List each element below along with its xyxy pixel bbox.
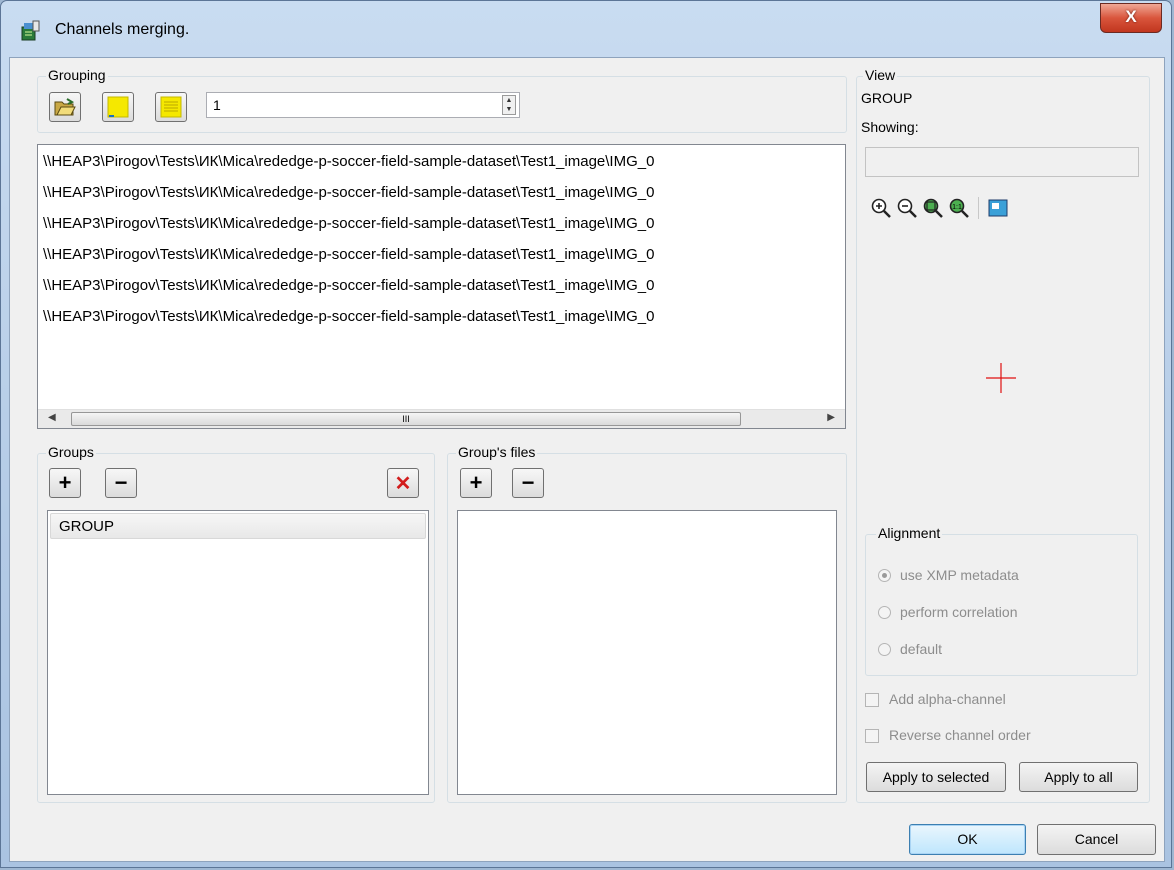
close-button[interactable]: X bbox=[1100, 3, 1162, 33]
radio-label-default: default bbox=[900, 641, 943, 657]
window-title: Channels merging. bbox=[55, 21, 190, 38]
checkbox-box[interactable] bbox=[865, 693, 879, 707]
radio-dot[interactable] bbox=[878, 606, 891, 619]
file-list[interactable]: \\HEAP3\Pirogov\Tests\ИК\Mica\rededge-p-… bbox=[37, 144, 846, 429]
spin-arrows[interactable]: ▲ ▼ bbox=[502, 95, 516, 115]
file-row[interactable]: \\HEAP3\Pirogov\Tests\ИК\Mica\rededge-p-… bbox=[43, 215, 654, 232]
zoom-out-icon[interactable] bbox=[896, 197, 918, 219]
radio-label-correlation: perform correlation bbox=[900, 604, 1018, 620]
alignment-title: Alignment bbox=[876, 525, 943, 541]
grouping-title: Grouping bbox=[46, 67, 108, 83]
view-group-name: GROUP bbox=[861, 90, 913, 106]
red-x-icon: ✕ bbox=[394, 472, 412, 495]
title-bar: Channels merging. X bbox=[1, 1, 1171, 57]
cancel-button[interactable]: Cancel bbox=[1037, 824, 1156, 855]
open-folder-button[interactable] bbox=[49, 92, 81, 122]
zoom-fit-icon[interactable] bbox=[922, 197, 944, 219]
add-alpha-label: Add alpha-channel bbox=[889, 691, 1006, 707]
group-size-value: 1 bbox=[213, 97, 221, 113]
group-list-item[interactable]: GROUP bbox=[50, 513, 426, 539]
yellow-list-icon bbox=[160, 96, 182, 118]
minus-icon: − bbox=[521, 470, 535, 495]
yellow-square-icon bbox=[107, 96, 129, 118]
radio-dot[interactable] bbox=[878, 569, 891, 582]
zoom-actual-size-icon[interactable]: 1:1 bbox=[948, 197, 970, 219]
crosshair-icon bbox=[986, 363, 1016, 393]
open-folder-icon bbox=[54, 98, 76, 116]
groups-title: Groups bbox=[46, 444, 96, 460]
dialog-client: Grouping 1 ▲ ▼ \\HEAP3\Pirogov\Tests\ИК\… bbox=[9, 57, 1165, 862]
group-files-list[interactable] bbox=[457, 510, 837, 795]
auto-group-button[interactable] bbox=[102, 92, 134, 122]
zoom-in-icon[interactable] bbox=[870, 197, 892, 219]
reverse-order-label: Reverse channel order bbox=[889, 727, 1031, 743]
plus-icon: + bbox=[58, 470, 72, 495]
plus-icon: + bbox=[469, 470, 483, 495]
file-row[interactable]: \\HEAP3\Pirogov\Tests\ИК\Mica\rededge-p-… bbox=[43, 153, 654, 170]
file-row[interactable]: \\HEAP3\Pirogov\Tests\ИК\Mica\rededge-p-… bbox=[43, 246, 654, 263]
ok-button[interactable]: OK bbox=[909, 824, 1026, 855]
channels-merging-window: Channels merging. X Grouping 1 ▲ ▼ \\HEA… bbox=[0, 0, 1172, 868]
remove-file-button[interactable]: − bbox=[512, 468, 544, 498]
radio-dot[interactable] bbox=[878, 643, 891, 656]
toolbar-separator bbox=[978, 197, 979, 219]
showing-field bbox=[865, 147, 1139, 177]
minus-icon: − bbox=[114, 470, 128, 495]
scroll-thumb[interactable]: III bbox=[71, 412, 741, 426]
delete-all-groups-button[interactable]: ✕ bbox=[387, 468, 419, 498]
preview-window-icon[interactable] bbox=[988, 198, 1008, 218]
add-group-button[interactable]: + bbox=[49, 468, 81, 498]
remove-group-button[interactable]: − bbox=[105, 468, 137, 498]
scroll-right-icon[interactable]: ▶ bbox=[827, 412, 835, 423]
radio-label-xmp: use XMP metadata bbox=[900, 567, 1019, 583]
close-icon: X bbox=[1125, 7, 1137, 26]
groups-list[interactable]: GROUP bbox=[47, 510, 429, 795]
app-icon bbox=[21, 20, 40, 41]
checkbox-box[interactable] bbox=[865, 729, 879, 743]
showing-label: Showing: bbox=[861, 119, 919, 135]
horizontal-scrollbar[interactable]: ◀ III ▶ bbox=[38, 409, 845, 428]
apply-to-selected-button[interactable]: Apply to selected bbox=[866, 762, 1006, 792]
view-title: View bbox=[863, 67, 898, 83]
group-files-title: Group's files bbox=[456, 444, 538, 460]
file-row[interactable]: \\HEAP3\Pirogov\Tests\ИК\Mica\rededge-p-… bbox=[43, 277, 654, 294]
file-row[interactable]: \\HEAP3\Pirogov\Tests\ИК\Mica\rededge-p-… bbox=[43, 308, 654, 325]
add-file-button[interactable]: + bbox=[460, 468, 492, 498]
file-row[interactable]: \\HEAP3\Pirogov\Tests\ИК\Mica\rededge-p-… bbox=[43, 184, 654, 201]
list-group-button[interactable] bbox=[155, 92, 187, 122]
group-size-spinbox[interactable]: 1 ▲ ▼ bbox=[206, 92, 520, 118]
scroll-left-icon[interactable]: ◀ bbox=[48, 412, 56, 423]
svg-text:1:1: 1:1 bbox=[952, 204, 962, 211]
apply-to-all-button[interactable]: Apply to all bbox=[1019, 762, 1138, 792]
alignment-groupbox: Alignment use XMP metadata perform corre… bbox=[865, 525, 1138, 676]
